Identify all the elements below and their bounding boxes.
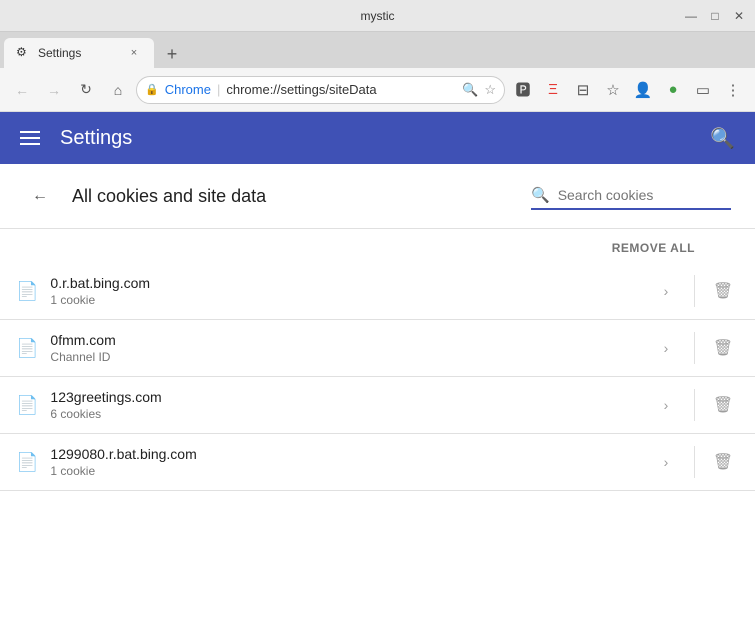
cookie-name-3: 1299080.r.bat.bing.com <box>50 446 638 462</box>
cookies-header: ← All cookies and site data 🔍 <box>0 164 755 229</box>
cookie-expand-1[interactable]: › <box>650 332 682 364</box>
hamburger-line-1 <box>20 131 40 133</box>
hamburger-line-3 <box>20 143 40 145</box>
cookie-sub-0: 1 cookie <box>50 293 638 307</box>
minimize-button[interactable]: — <box>683 8 699 24</box>
remove-all-button[interactable]: REMOVE ALL <box>612 241 695 255</box>
hamburger-line-2 <box>20 137 40 139</box>
cookie-divider-3 <box>694 446 695 478</box>
forward-button[interactable]: → <box>40 76 68 104</box>
cookie-info-2: 123greetings.com 6 cookies <box>50 389 638 421</box>
cookie-item-0: 📄 0.r.bat.bing.com 1 cookie › 🗑 <box>0 263 755 320</box>
titlebar-controls: — □ ✕ <box>683 8 747 24</box>
search-cookies-input[interactable] <box>558 187 718 203</box>
address-path: chrome://settings/siteData <box>226 82 376 97</box>
pocket-icon[interactable]: 🅿 <box>509 76 537 104</box>
tab-close-button[interactable]: × <box>126 45 142 61</box>
cookie-item-1: 📄 0fmm.com Channel ID › 🗑 <box>0 320 755 377</box>
lock-icon: 🔒 <box>145 83 159 96</box>
navbar-icons: 🅿 Ξ ⊟ ☆ 👤 ● ▭ ⋮ <box>509 76 747 104</box>
menu-icon[interactable]: ⋮ <box>719 76 747 104</box>
back-button[interactable]: ← <box>8 76 36 104</box>
file-icon-0: 📄 <box>16 281 38 302</box>
address-separator: | <box>217 82 220 97</box>
settings-search-button[interactable]: 🔍 <box>706 122 739 155</box>
reload-button[interactable]: ↻ <box>72 76 100 104</box>
settings-header: Settings 🔍 <box>0 112 755 164</box>
cookie-sub-2: 6 cookies <box>50 407 638 421</box>
settings-title: Settings <box>60 127 690 150</box>
tabbar: ⚙ Settings × + <box>0 32 755 68</box>
cast-icon[interactable]: ▭ <box>689 76 717 104</box>
search-box-icon: 🔍 <box>531 186 550 204</box>
cookies-back-button[interactable]: ← <box>24 180 56 212</box>
bookmark-icon: ☆ <box>484 82 496 98</box>
cookie-info-3: 1299080.r.bat.bing.com 1 cookie <box>50 446 638 478</box>
bookmark-list-icon[interactable]: ⊟ <box>569 76 597 104</box>
new-tab-button[interactable]: + <box>158 40 186 68</box>
file-icon-2: 📄 <box>16 395 38 416</box>
settings-tab-label: Settings <box>38 46 81 60</box>
settings-tab[interactable]: ⚙ Settings × <box>4 38 154 68</box>
navbar: ← → ↻ ⌂ 🔒 Chrome | chrome://settings/sit… <box>0 68 755 112</box>
cookie-expand-0[interactable]: › <box>650 275 682 307</box>
close-button[interactable]: ✕ <box>731 8 747 24</box>
cookie-delete-1[interactable]: 🗑 <box>707 332 739 364</box>
content-area: ← All cookies and site data 🔍 REMOVE ALL… <box>0 164 755 629</box>
address-bar[interactable]: 🔒 Chrome | chrome://settings/siteData 🔍 … <box>136 76 505 104</box>
home-button[interactable]: ⌂ <box>104 76 132 104</box>
star-icon[interactable]: ☆ <box>599 76 627 104</box>
cookie-info-1: 0fmm.com Channel ID <box>50 332 638 364</box>
cookie-list: 📄 0.r.bat.bing.com 1 cookie › 🗑 📄 0fmm.c… <box>0 263 755 491</box>
cookie-delete-0[interactable]: 🗑 <box>707 275 739 307</box>
cookie-expand-3[interactable]: › <box>650 446 682 478</box>
cookie-info-0: 0.r.bat.bing.com 1 cookie <box>50 275 638 307</box>
cookie-expand-2[interactable]: › <box>650 389 682 421</box>
sync-icon[interactable]: 👤 <box>629 76 657 104</box>
green-icon[interactable]: ● <box>659 76 687 104</box>
cookie-delete-3[interactable]: 🗑 <box>707 446 739 478</box>
username-label: mystic <box>361 9 395 23</box>
hamburger-button[interactable] <box>16 127 44 149</box>
cookie-divider-0 <box>694 275 695 307</box>
remove-all-row: REMOVE ALL <box>0 229 755 263</box>
cookie-name-1: 0fmm.com <box>50 332 638 348</box>
cookie-sub-3: 1 cookie <box>50 464 638 478</box>
titlebar: mystic — □ ✕ <box>0 0 755 32</box>
settings-tab-icon: ⚙ <box>16 45 32 61</box>
cookies-title: All cookies and site data <box>72 186 515 207</box>
file-icon-3: 📄 <box>16 452 38 473</box>
cookie-name-0: 0.r.bat.bing.com <box>50 275 638 291</box>
file-icon-1: 📄 <box>16 338 38 359</box>
address-search-icon: 🔍 <box>462 82 478 98</box>
cookie-divider-2 <box>694 389 695 421</box>
reader-icon[interactable]: Ξ <box>539 76 567 104</box>
cookie-item-2: 📄 123greetings.com 6 cookies › 🗑 <box>0 377 755 434</box>
search-box[interactable]: 🔍 <box>531 182 731 210</box>
cookie-item-3: 📄 1299080.r.bat.bing.com 1 cookie › 🗑 <box>0 434 755 491</box>
maximize-button[interactable]: □ <box>707 8 723 24</box>
cookie-divider-1 <box>694 332 695 364</box>
cookie-delete-2[interactable]: 🗑 <box>707 389 739 421</box>
cookie-name-2: 123greetings.com <box>50 389 638 405</box>
cookie-sub-1: Channel ID <box>50 350 638 364</box>
address-brand: Chrome <box>165 82 211 97</box>
